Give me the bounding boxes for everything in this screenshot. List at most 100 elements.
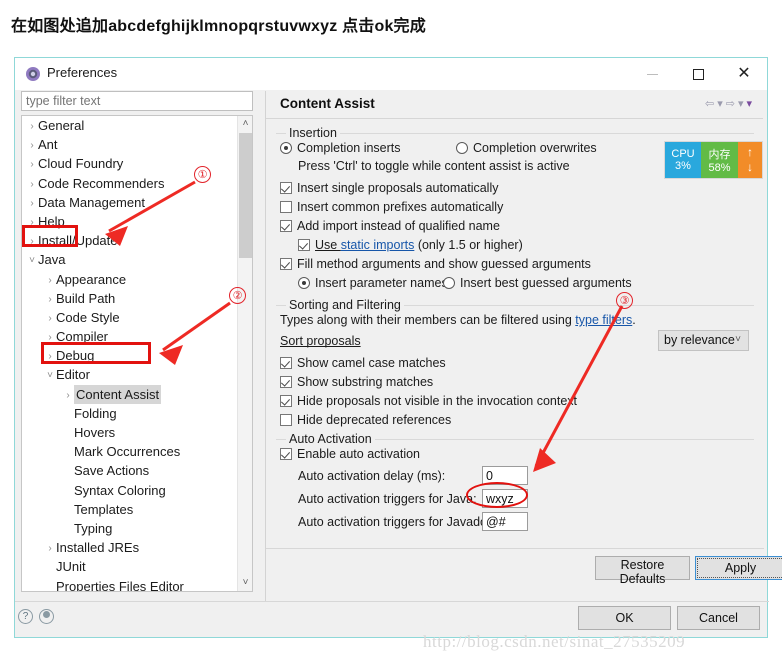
tree-item-folding[interactable]: Folding — [22, 404, 238, 423]
page-nav-icons[interactable]: ⇦▾⇨▾▾ — [705, 97, 755, 110]
auto-activation-delay-label: Auto activation delay (ms): — [298, 469, 446, 483]
tree-item-junit[interactable]: JUnit — [22, 557, 238, 576]
checkbox-unchecked-icon — [280, 414, 292, 426]
tree-item-ant[interactable]: › Ant — [22, 135, 238, 154]
chevron-right-icon[interactable]: › — [44, 271, 56, 290]
view-menu-icon[interactable]: ▾ — [746, 98, 755, 110]
insert-common-prefixes-checkbox[interactable]: Insert common prefixes automatically — [280, 200, 503, 214]
tree-item-templates[interactable]: Templates — [22, 500, 238, 519]
add-import-checkbox[interactable]: Add import instead of qualified name — [280, 219, 500, 233]
tree-item-syntax-coloring[interactable]: Syntax Coloring — [22, 481, 238, 500]
checkbox-checked-icon — [280, 448, 292, 460]
tree-item-label: Content Assist — [74, 384, 162, 404]
tree-item-java[interactable]: ˅ Java — [22, 250, 238, 269]
insert-single-proposals-checkbox[interactable]: Insert single proposals automatically — [280, 181, 499, 195]
insert-parameter-names-label: Insert parameter names — [315, 276, 448, 290]
ctrl-hint-text: Press 'Ctrl' to toggle while content ass… — [298, 159, 570, 173]
chevron-right-icon[interactable]: › — [26, 175, 38, 194]
download-arrow-icon: ↓ — [747, 160, 753, 174]
insert-parameter-names-radio[interactable]: Insert parameter names — [298, 276, 448, 290]
apply-button[interactable]: Apply — [695, 556, 782, 580]
enable-auto-activation-checkbox[interactable]: Enable auto activation — [280, 447, 420, 461]
restore-defaults-button[interactable]: Restore Defaults — [595, 556, 690, 586]
tree-item-save-actions[interactable]: Save Actions — [22, 461, 238, 480]
chevron-down-icon[interactable]: ˅ — [26, 251, 38, 270]
cancel-button[interactable]: Cancel — [677, 606, 760, 630]
chevron-right-icon[interactable]: › — [44, 290, 56, 309]
completion-inserts-radio[interactable]: Completion inserts — [280, 141, 401, 155]
static-imports-link[interactable]: static imports — [341, 238, 415, 252]
chevron-right-icon[interactable]: › — [44, 309, 56, 328]
tree-item-general[interactable]: › General — [22, 116, 238, 135]
show-substring-checkbox[interactable]: Show substring matches — [280, 375, 433, 389]
use-static-imports-prefix: Use — [315, 238, 341, 252]
insertion-group-title: Insertion — [286, 126, 340, 140]
radio-off-icon — [456, 142, 468, 154]
show-camel-case-checkbox[interactable]: Show camel case matches — [280, 356, 446, 370]
dialog-bottom-separator — [15, 601, 769, 602]
tree-item-label: Folding — [74, 405, 117, 421]
filter-input[interactable] — [21, 91, 253, 111]
chevron-right-icon[interactable]: › — [26, 194, 38, 213]
dialog-title: Preferences — [47, 65, 118, 80]
insert-best-guessed-radio[interactable]: Insert best guessed arguments — [443, 276, 632, 290]
chevron-right-icon[interactable]: › — [62, 386, 74, 405]
completion-inserts-label: Completion inserts — [297, 141, 401, 155]
tree-item-label: Data Management — [38, 194, 145, 210]
radio-on-icon — [280, 142, 292, 154]
scroll-up-icon[interactable]: ˄ — [238, 116, 252, 132]
tree-item-label: Build Path — [56, 290, 116, 306]
dialog-titlebar: Preferences ✕ — [15, 58, 767, 90]
annotation-ellipse-java-triggers — [466, 482, 528, 508]
back-dropdown-icon[interactable]: ▾ — [717, 98, 726, 110]
tree-item-label: JUnit — [56, 559, 86, 575]
annotation-marker-1: ① — [194, 166, 211, 183]
maximize-button[interactable] — [675, 58, 721, 90]
tree-item-code-style[interactable]: › Code Style — [22, 308, 238, 327]
tree-scrollbar[interactable]: ˄ ˅ — [237, 116, 252, 591]
cpu-label: CPU — [671, 148, 695, 160]
type-filters-desc-pre: Types along with their members can be fi… — [280, 313, 576, 327]
auto-activation-javadoc-label: Auto activation triggers for Javadoc: — [298, 515, 497, 529]
instruction-text: 在如图处追加abcdefghijklmnopqrstuvwxyz 点击ok完成 — [11, 18, 426, 35]
tree-item-hovers[interactable]: Hovers — [22, 423, 238, 442]
use-static-imports-checkbox[interactable]: Use static imports (only 1.5 or higher) — [298, 238, 523, 252]
fill-method-arguments-checkbox[interactable]: Fill method arguments and show guessed a… — [280, 257, 591, 271]
hide-deprecated-label: Hide deprecated references — [297, 413, 452, 427]
radio-off-icon — [443, 277, 455, 289]
auto-activation-javadoc-input[interactable] — [482, 512, 528, 531]
ok-button[interactable]: OK — [578, 606, 671, 630]
chevron-right-icon[interactable]: › — [44, 539, 56, 558]
back-arrow-icon[interactable]: ⇦ — [705, 98, 717, 110]
close-button[interactable]: ✕ — [721, 58, 767, 90]
chevron-right-icon[interactable]: › — [26, 117, 38, 136]
tree-item-appearance[interactable]: › Appearance — [22, 270, 238, 289]
right-pane-header: Content Assist ⇦▾⇨▾▾ — [266, 91, 763, 119]
chevron-right-icon[interactable]: › — [26, 136, 38, 155]
chevron-right-icon[interactable]: › — [26, 155, 38, 174]
sort-proposals-combo[interactable]: by relevance ˅ — [658, 330, 749, 351]
tree-item-build-path[interactable]: › Build Path — [22, 289, 238, 308]
tree-item-content-assist[interactable]: › Content Assist — [22, 384, 238, 405]
completion-overwrites-radio[interactable]: Completion overwrites — [456, 141, 597, 155]
hide-proposals-checkbox[interactable]: Hide proposals not visible in the invoca… — [280, 394, 577, 408]
tree-item-installed-jres[interactable]: › Installed JREs — [22, 538, 238, 557]
scrollbar-thumb[interactable] — [239, 133, 252, 258]
minimize-button[interactable] — [629, 58, 675, 90]
chevron-down-icon[interactable]: ˅ — [44, 366, 56, 385]
help-icon[interactable]: ? — [18, 608, 33, 624]
tree-item-editor[interactable]: ˅ Editor — [22, 365, 238, 384]
scroll-down-icon[interactable]: ˅ — [238, 575, 252, 591]
preferences-icon — [25, 66, 41, 82]
forward-arrow-icon[interactable]: ⇨ — [726, 98, 738, 110]
checkbox-checked-icon — [280, 395, 292, 407]
tree-item-typing[interactable]: Typing — [22, 519, 238, 538]
hide-deprecated-checkbox[interactable]: Hide deprecated references — [280, 413, 451, 427]
tree-item-mark-occurrences[interactable]: Mark Occurrences — [22, 442, 238, 461]
use-static-imports-suffix: (only 1.5 or higher) — [414, 238, 523, 252]
resize-grip-icon[interactable] — [39, 608, 54, 624]
type-filters-link[interactable]: type filters — [575, 313, 632, 327]
tree-item-data-management[interactable]: › Data Management — [22, 193, 238, 212]
tree-item-label: Ant — [38, 137, 58, 153]
tree-item-properties-files-editor[interactable]: Properties Files Editor — [22, 577, 238, 592]
